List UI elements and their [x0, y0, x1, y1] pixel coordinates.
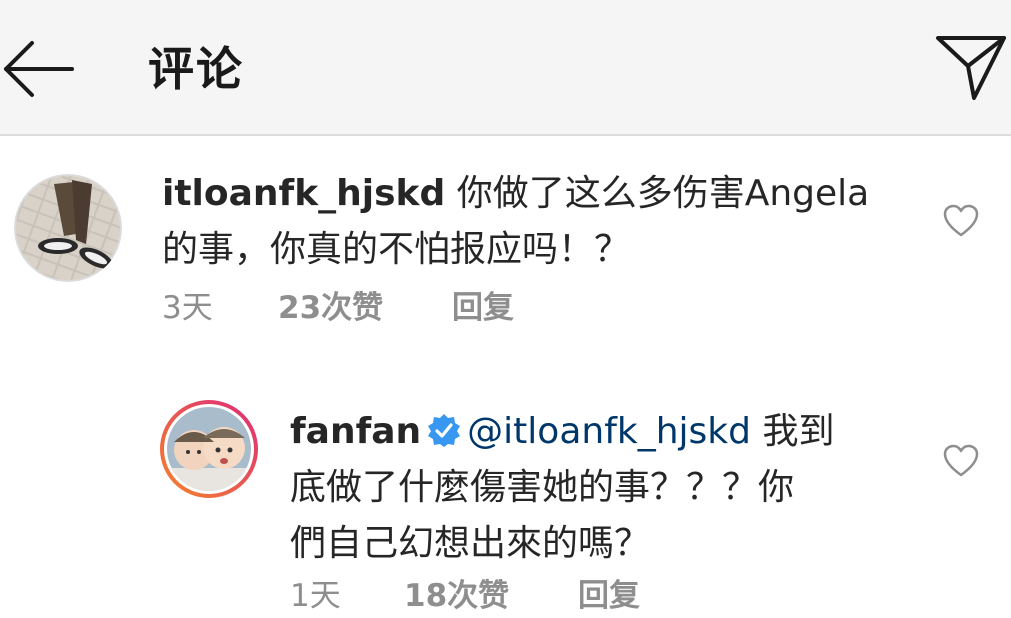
avatar[interactable]: [14, 174, 122, 282]
comment-username[interactable]: itloanfk_hjskd: [162, 173, 445, 214]
heart-icon: [943, 204, 979, 237]
comment-body-line: 們自己幻想出來的嗎？: [290, 523, 651, 564]
back-button[interactable]: [0, 34, 80, 104]
comment-item: fanfan @itloanfk_hjskd 我到 底做了什麼傷害她的事？？？你…: [0, 390, 1011, 618]
send-direct-icon: [936, 36, 1006, 100]
like-button[interactable]: [943, 204, 979, 238]
comment-like-count[interactable]: 23次赞: [278, 288, 452, 328]
comment-time: 3天: [162, 290, 213, 326]
verified-badge-icon: [428, 414, 461, 447]
comment-body-line: 我到: [751, 411, 835, 452]
send-button[interactable]: [930, 26, 1010, 106]
comment-item: itloanfk_hjskd 你做了这么多伤害Angela 的事，你真的不怕报应…: [0, 150, 1011, 350]
page-title: 评论: [148, 42, 244, 96]
comment-body-line: 的事，你真的不怕报应吗！？: [162, 229, 631, 270]
reply-button[interactable]: 回复: [452, 288, 514, 328]
comment-time: 1天: [290, 578, 341, 614]
comment-username[interactable]: fanfan: [290, 411, 421, 452]
comment-meta: 3天 23次赞 回复: [162, 288, 762, 328]
like-button[interactable]: [943, 444, 979, 478]
comment-body-line: 你做了这么多伤害Angela: [445, 173, 870, 214]
story-avatar-icon: [160, 400, 258, 498]
comment-body-line: 底做了什麼傷害她的事？？？你: [290, 467, 795, 508]
comment-like-count[interactable]: 18次赞: [404, 576, 578, 616]
avatar-image-icon: [14, 174, 122, 282]
mention-link[interactable]: @itloanfk_hjskd: [467, 411, 751, 452]
comment-meta: 1天 18次赞 回复: [290, 576, 890, 616]
comment-text: fanfan @itloanfk_hjskd 我到 底做了什麼傷害她的事？？？你…: [290, 404, 930, 572]
avatar[interactable]: [158, 398, 260, 500]
heart-icon: [943, 444, 979, 477]
reply-button[interactable]: 回复: [578, 576, 640, 616]
comment-text: itloanfk_hjskd 你做了这么多伤害Angela 的事，你真的不怕报应…: [162, 166, 922, 278]
back-arrow-icon: [4, 41, 74, 97]
top-bar: 评论: [0, 0, 1011, 136]
